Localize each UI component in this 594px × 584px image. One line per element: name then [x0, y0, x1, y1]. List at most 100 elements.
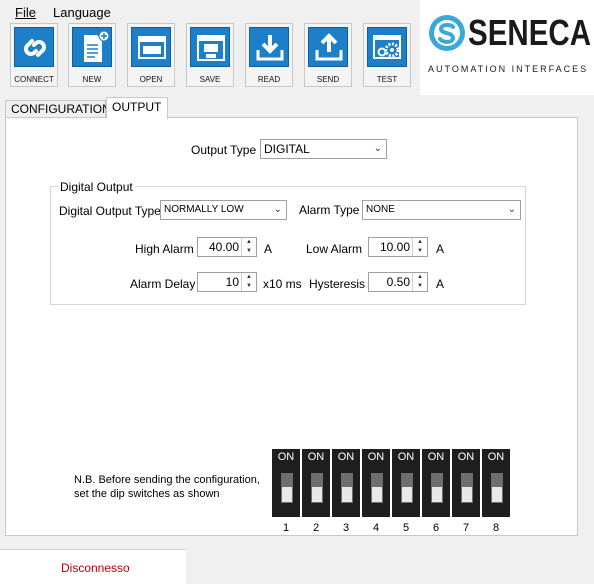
dip-switch-1: ON	[272, 449, 300, 517]
status-bar: Disconnesso	[0, 549, 186, 584]
dip-number-2: 2	[312, 522, 320, 534]
tab-configuration[interactable]: CONFIGURATION	[5, 100, 111, 118]
send-button[interactable]: SEND	[304, 23, 352, 87]
low-alarm-input[interactable]: 10.00 ▲ ▼	[368, 237, 428, 257]
upload-icon	[308, 27, 348, 67]
read-button[interactable]: READ	[245, 23, 293, 87]
save-label: SAVE	[199, 75, 221, 84]
dip-number-1: 1	[282, 522, 290, 534]
output-type-select[interactable]: DIGITAL ⌄	[260, 139, 387, 159]
chevron-down-icon: ⌄	[273, 204, 282, 215]
dip-switch-4: ON	[362, 449, 390, 517]
alarm-delay-label: Alarm Delay	[130, 277, 196, 291]
low-alarm-stepper[interactable]: ▲ ▼	[412, 238, 427, 256]
chevron-down-icon: ⌄	[507, 204, 516, 215]
new-button[interactable]: NEW	[68, 23, 116, 87]
low-alarm-label: Low Alarm	[306, 242, 363, 256]
dip-switch-8: ON	[482, 449, 510, 517]
dip-switch-6: ON	[422, 449, 450, 517]
output-type-label: Output Type	[191, 143, 257, 157]
new-file-icon	[72, 27, 112, 67]
alarm-delay-stepper[interactable]: ▲ ▼	[241, 273, 256, 291]
alarm-type-select[interactable]: NONE ⌄	[362, 200, 521, 220]
open-button[interactable]: OPEN	[127, 23, 175, 87]
alarm-type-value: NONE	[366, 204, 395, 215]
hysteresis-value: 0.50	[386, 275, 410, 289]
spin-up-icon[interactable]: ▲	[413, 238, 427, 247]
spin-up-icon[interactable]: ▲	[413, 273, 427, 282]
hysteresis-label: Hysteresis	[309, 277, 366, 291]
spin-down-icon[interactable]: ▼	[413, 282, 427, 291]
spin-up-icon[interactable]: ▲	[242, 273, 256, 282]
dip-on-label: ON	[277, 451, 295, 463]
alarm-delay-value: 10	[225, 275, 239, 289]
seneca-logo-mark	[429, 15, 465, 51]
test-button[interactable]: TEST	[363, 23, 411, 87]
alarm-delay-input[interactable]: 10 ▲ ▼	[197, 272, 257, 292]
tab-output[interactable]: OUTPUT	[106, 97, 168, 119]
connect-icon	[14, 27, 54, 67]
dip-on-label: ON	[457, 451, 475, 463]
hysteresis-input[interactable]: 0.50 ▲ ▼	[368, 272, 428, 292]
dip-number-6: 6	[432, 522, 440, 534]
output-panel: Output Type DIGITAL ⌄ Digital Output Dig…	[5, 117, 578, 536]
digital-output-type-select[interactable]: NORMALLY LOW ⌄	[160, 200, 287, 220]
high-alarm-stepper[interactable]: ▲ ▼	[241, 238, 256, 256]
dip-on-label: ON	[367, 451, 385, 463]
dip-switch-7: ON	[452, 449, 480, 517]
spin-down-icon[interactable]: ▼	[413, 247, 427, 256]
dip-on-label: ON	[397, 451, 415, 463]
logo-subtitle: AUTOMATION INTERFACES	[428, 64, 589, 74]
digital-output-group-title: Digital Output	[58, 180, 135, 194]
open-label: OPEN	[139, 75, 163, 84]
high-alarm-value: 40.00	[208, 240, 239, 254]
alarm-type-label: Alarm Type	[299, 203, 360, 217]
toolbar: CONNECT NEW OPEN SAVE READ SEND TEST	[0, 22, 420, 92]
open-window-icon	[131, 27, 171, 67]
download-icon	[249, 27, 289, 67]
connection-status: Disconnesso	[61, 561, 130, 575]
dip-switch-note: N.B. Before sending the configuration, s…	[74, 473, 260, 501]
dip-on-label: ON	[487, 451, 505, 463]
chevron-down-icon: ⌄	[373, 143, 382, 154]
high-alarm-input[interactable]: 40.00 ▲ ▼	[197, 237, 257, 257]
new-label: NEW	[82, 75, 102, 84]
seneca-logo: SENECA AUTOMATION INTERFACES	[420, 0, 594, 95]
low-alarm-value: 10.00	[379, 240, 410, 254]
logo-name: SENECA	[468, 12, 592, 53]
menu-bar: File Language	[0, 0, 420, 22]
low-alarm-unit: A	[436, 242, 445, 256]
dip-switch-2: ON	[302, 449, 330, 517]
dip-switch-3: ON	[332, 449, 360, 517]
dip-note-line2: set the dip switches as shown	[74, 488, 220, 500]
output-type-value: DIGITAL	[264, 142, 310, 156]
dip-number-8: 8	[492, 522, 500, 534]
save-disk-icon	[190, 27, 230, 67]
test-label: TEST	[376, 75, 398, 84]
send-label: SEND	[316, 75, 340, 84]
dip-on-label: ON	[337, 451, 355, 463]
digital-output-type-label: Digital Output Type	[59, 204, 161, 218]
dip-switch-5: ON	[392, 449, 420, 517]
high-alarm-label: High Alarm	[135, 242, 194, 256]
alarm-delay-unit: x10 ms	[263, 277, 302, 291]
save-button[interactable]: SAVE	[186, 23, 234, 87]
read-label: READ	[257, 75, 281, 84]
gears-icon	[367, 27, 407, 67]
dip-number-7: 7	[462, 522, 470, 534]
dip-on-label: ON	[427, 451, 445, 463]
connect-button[interactable]: CONNECT	[10, 23, 58, 87]
menu-language[interactable]: Language	[53, 5, 111, 20]
spin-down-icon[interactable]: ▼	[242, 282, 256, 291]
dip-number-4: 4	[372, 522, 380, 534]
digital-output-type-value: NORMALLY LOW	[164, 204, 244, 215]
connect-label: CONNECT	[14, 75, 54, 84]
hysteresis-unit: A	[436, 277, 445, 291]
spin-down-icon[interactable]: ▼	[242, 247, 256, 256]
spin-up-icon[interactable]: ▲	[242, 238, 256, 247]
menu-file[interactable]: File	[15, 5, 36, 20]
dip-number-5: 5	[402, 522, 410, 534]
dip-note-line1: N.B. Before sending the configuration,	[74, 474, 260, 486]
hysteresis-stepper[interactable]: ▲ ▼	[412, 273, 427, 291]
high-alarm-unit: A	[264, 242, 273, 256]
